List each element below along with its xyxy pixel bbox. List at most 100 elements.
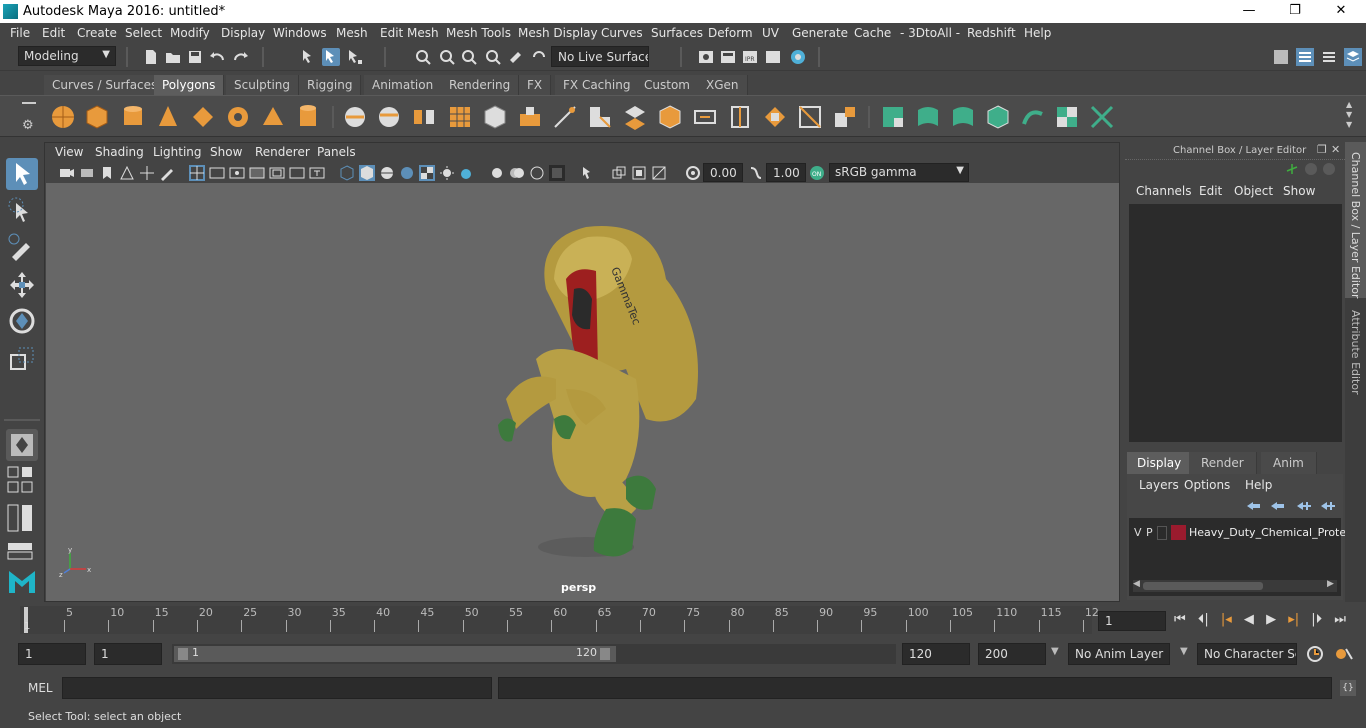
resolution-gate-icon[interactable]: [229, 165, 245, 181]
snap-magnet-icon[interactable]: [530, 48, 548, 66]
go-to-start-icon[interactable]: ⏮: [1174, 612, 1186, 627]
gear-icon[interactable]: ⚙: [22, 118, 34, 133]
layer-row[interactable]: V P Heavy_Duty_Chemical_Protec: [1129, 522, 1352, 544]
layer-visibility-toggle[interactable]: V: [1134, 526, 1142, 539]
exposure-icon[interactable]: [685, 165, 701, 181]
gate-mask-icon[interactable]: [249, 165, 265, 181]
checker-icon[interactable]: [1054, 104, 1080, 130]
open-scene-icon[interactable]: [164, 48, 182, 66]
snap-live-icon[interactable]: [506, 48, 524, 66]
new-scene-icon[interactable]: [142, 48, 160, 66]
anim-layer-field[interactable]: No Anim Layer: [1068, 643, 1170, 665]
unfold-icon[interactable]: [1020, 104, 1046, 130]
shelf-tab-animation[interactable]: Animation: [364, 75, 443, 95]
shelf-tab-custom[interactable]: Custom: [636, 75, 699, 95]
shelf-tab-rendering[interactable]: Rendering: [441, 75, 520, 95]
paint-select-tool-icon[interactable]: [6, 231, 38, 263]
step-back-frame-icon[interactable]: |◂: [1221, 612, 1232, 627]
move-layer-down-icon[interactable]: [1269, 500, 1285, 512]
shelf-tab-polygons[interactable]: Polygons: [154, 75, 225, 95]
channel-box-axis-icon[interactable]: [1285, 162, 1299, 176]
shelf-tab-fx[interactable]: FX: [519, 75, 552, 95]
gamma-icon[interactable]: [748, 165, 764, 181]
restore-button[interactable]: ❐: [1272, 0, 1318, 23]
xray-components-icon[interactable]: [631, 165, 647, 181]
shelf-tab-rigging[interactable]: Rigging: [299, 75, 362, 95]
textured-icon[interactable]: [399, 165, 415, 181]
help-menu[interactable]: Help: [1245, 478, 1272, 492]
exposure-field[interactable]: 0.00: [703, 163, 743, 182]
use-all-lights-icon[interactable]: [419, 165, 435, 181]
channel-box-toggle-icon[interactable]: [1344, 48, 1362, 66]
save-scene-icon[interactable]: [186, 48, 204, 66]
bookmark-icon[interactable]: [99, 165, 115, 181]
planar-map-icon[interactable]: [915, 104, 941, 130]
split-layout-icon[interactable]: [6, 541, 34, 561]
smooth-icon[interactable]: [447, 104, 473, 130]
range-start-grip[interactable]: [178, 648, 188, 660]
extrude-icon[interactable]: [517, 104, 543, 130]
panel-menu-view[interactable]: View: [55, 145, 83, 159]
multisample-aa-icon[interactable]: [509, 165, 525, 181]
shelf-tab-curves-surfaces[interactable]: Curves / Surfaces: [44, 75, 167, 95]
film-gate-icon[interactable]: [209, 165, 225, 181]
rotate-tool-icon[interactable]: [6, 305, 38, 337]
shelf-scroll-icon[interactable]: ▲ ▼ ▼: [1346, 100, 1352, 130]
isolate-select-icon[interactable]: [549, 165, 565, 181]
play-forward-icon[interactable]: ▶: [1266, 612, 1276, 627]
combine-icon[interactable]: [342, 104, 368, 130]
mirror-icon[interactable]: [411, 104, 437, 130]
menu-generate[interactable]: Generate: [792, 26, 848, 40]
gamma-field[interactable]: 1.00: [766, 163, 806, 182]
script-editor-icon[interactable]: {}: [1340, 680, 1356, 696]
select-object-icon[interactable]: [322, 48, 340, 66]
poly-prism-icon[interactable]: [260, 104, 286, 130]
color-space-dropdown[interactable]: sRGB gamma ▼: [829, 163, 969, 182]
image-plane-icon[interactable]: [119, 165, 135, 181]
step-back-key-icon[interactable]: ⏴|: [1198, 612, 1209, 627]
tab-display[interactable]: Display: [1127, 452, 1193, 474]
chevron-down-icon[interactable]: ▼: [1051, 646, 1059, 657]
insert-edge-loop-icon[interactable]: [622, 104, 648, 130]
close-button[interactable]: ✕: [1318, 0, 1364, 23]
motion-blur-icon[interactable]: [489, 165, 505, 181]
side-tab-attribute-editor[interactable]: Attribute Editor: [1349, 310, 1362, 395]
reduce-icon[interactable]: [482, 104, 508, 130]
2d-pan-zoom-icon[interactable]: [139, 165, 155, 181]
render-frame-icon[interactable]: [719, 48, 737, 66]
snap-view-plane-icon[interactable]: [484, 48, 502, 66]
multi-cut-icon[interactable]: [657, 104, 683, 130]
mel-label[interactable]: MEL: [28, 681, 53, 695]
cylindrical-map-icon[interactable]: [950, 104, 976, 130]
3d-viewport[interactable]: GammaTec y x z persp: [46, 183, 1119, 601]
xray-icon[interactable]: [581, 165, 597, 181]
scroll-right-icon[interactable]: ▶: [1327, 579, 1334, 589]
range-handle[interactable]: 1 120: [174, 646, 616, 662]
safe-action-icon[interactable]: [289, 165, 305, 181]
menu-edit[interactable]: Edit: [42, 26, 65, 40]
character-set-field[interactable]: No Character Set: [1197, 643, 1297, 665]
cut-uv-icon[interactable]: [1089, 104, 1115, 130]
new-layer-selected-icon[interactable]: [1319, 500, 1335, 512]
panel-menu-lighting[interactable]: Lighting: [153, 145, 202, 159]
hypershade-icon[interactable]: [789, 48, 807, 66]
bridge-icon[interactable]: [552, 104, 578, 130]
menu-mesh[interactable]: Mesh: [336, 26, 368, 40]
poly-cube-icon[interactable]: [84, 104, 110, 130]
poly-cone-icon[interactable]: [155, 104, 181, 130]
render-settings-icon[interactable]: [764, 48, 782, 66]
target-weld-icon[interactable]: [692, 104, 718, 130]
layers-menu[interactable]: Layers: [1139, 478, 1179, 492]
channel-box-toggle-icon[interactable]: [1305, 163, 1317, 175]
shadows-icon[interactable]: [439, 165, 455, 181]
range-bar[interactable]: 1 120: [172, 644, 896, 664]
panel-menu-renderer[interactable]: Renderer: [255, 145, 310, 159]
menu-curves[interactable]: Curves: [601, 26, 643, 40]
menu-modify[interactable]: Modify: [170, 26, 210, 40]
shelf-tab-fx-caching[interactable]: FX Caching: [555, 75, 640, 95]
poly-torus-icon[interactable]: [225, 104, 251, 130]
uv-editor-icon[interactable]: [880, 104, 906, 130]
scroll-left-icon[interactable]: ◀: [1133, 579, 1140, 589]
grid-icon[interactable]: [189, 165, 205, 181]
bevel-icon[interactable]: [587, 104, 613, 130]
